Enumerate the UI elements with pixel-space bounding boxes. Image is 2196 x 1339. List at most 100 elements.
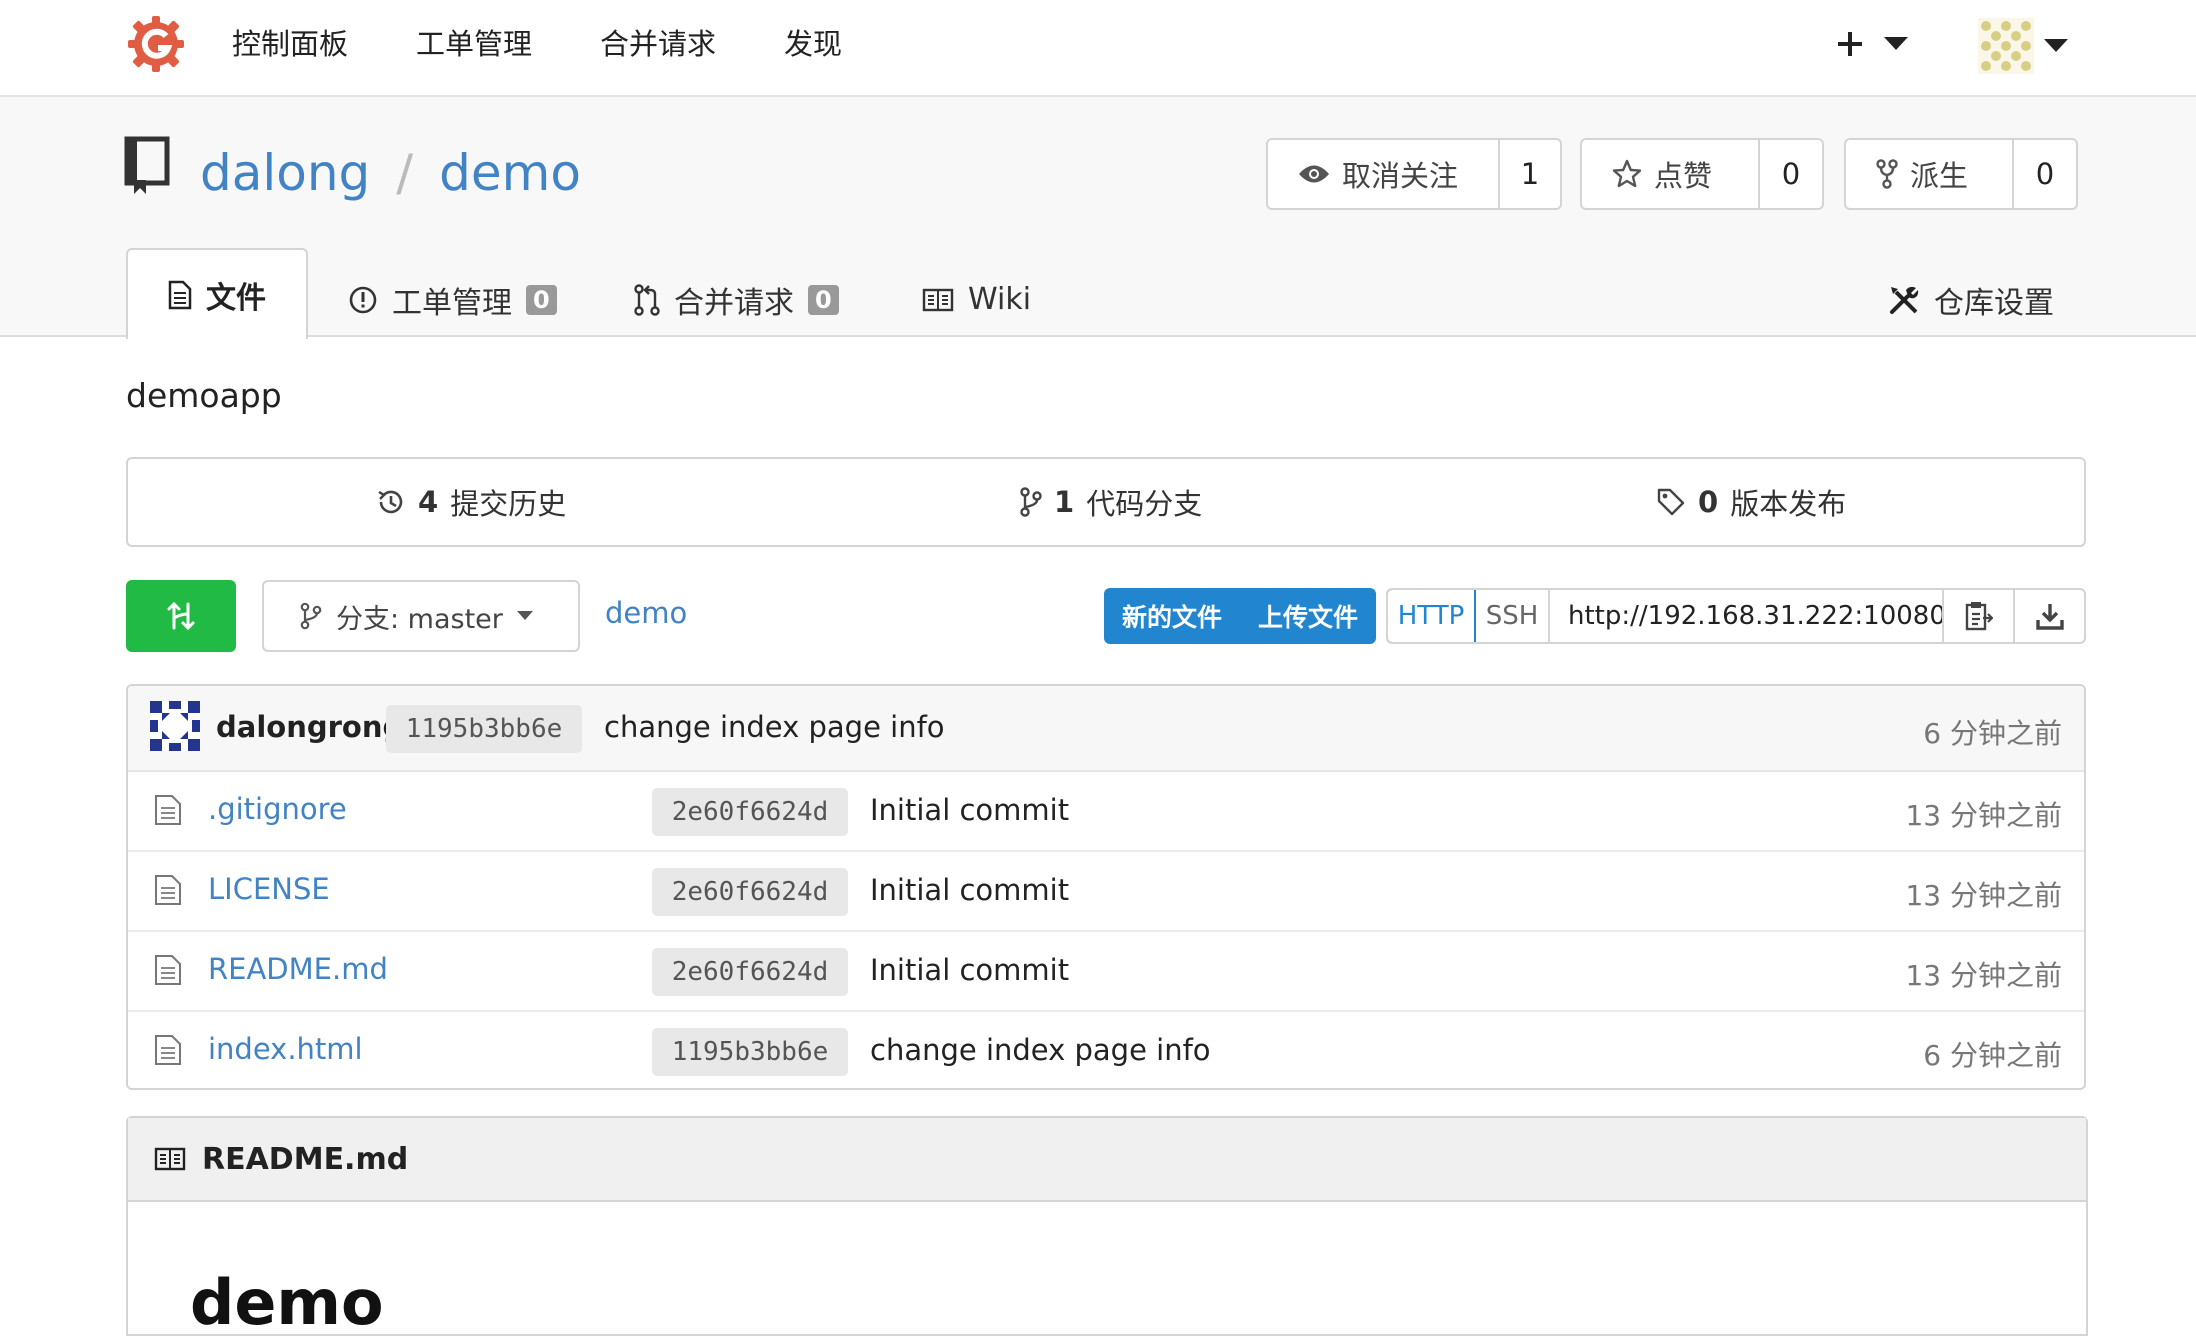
tools-icon (1888, 284, 1920, 316)
star-button-group: 点赞 0 (1580, 138, 1824, 210)
file-commit-message[interactable]: Initial commit (870, 953, 1069, 987)
tab-issues[interactable]: 工单管理 0 (348, 260, 557, 339)
ssh-clone-toggle[interactable]: SSH (1476, 590, 1550, 642)
tab-settings-label: 仓库设置 (1934, 285, 2054, 321)
file-commit-sha-link[interactable]: 1195b3bb6e (652, 1028, 848, 1076)
top-navbar: 控制面板 工单管理 合并请求 发现 (0, 0, 2196, 97)
alert-circle-icon (348, 285, 378, 315)
repo-owner-link[interactable]: dalong (200, 144, 370, 202)
table-row: README.md 2e60f6624d Initial commit 13 分… (128, 932, 2084, 1012)
nav-pulls[interactable]: 合并请求 (600, 24, 716, 64)
file-name-link[interactable]: LICENSE (208, 872, 330, 906)
branch-selector[interactable]: 分支: master (262, 580, 580, 652)
clone-url-group: HTTP SSH http://192.168.31.222:10080/ (1386, 588, 2086, 644)
gogs-logo-icon[interactable] (126, 14, 186, 74)
commit-author[interactable]: dalongrong (216, 710, 403, 744)
repo-title: dalong / demo (200, 140, 581, 206)
branches-label: 代码分支 (1086, 487, 1203, 521)
repo-description: demoapp (126, 376, 282, 415)
commit-age: 6 分钟之前 (1923, 717, 2062, 750)
chevron-down-icon (2044, 39, 2068, 53)
open-book-icon (922, 288, 954, 312)
download-icon (2035, 601, 2065, 631)
open-book-icon (154, 1147, 186, 1171)
repo-title-separator: / (396, 144, 414, 202)
star-button[interactable]: 点赞 (1582, 140, 1760, 208)
caret-down-icon (516, 611, 533, 621)
watch-button-group: 取消关注 1 (1266, 138, 1562, 210)
http-clone-toggle[interactable]: HTTP (1388, 590, 1476, 642)
file-commit-message[interactable]: change index page info (870, 1033, 1211, 1067)
tag-icon (1656, 487, 1686, 517)
nav-issues[interactable]: 工单管理 (416, 24, 532, 64)
upload-file-button[interactable]: 上传文件 (1240, 598, 1376, 634)
branches-count: 1 (1054, 485, 1075, 519)
unwatch-button[interactable]: 取消关注 (1268, 140, 1500, 208)
branches-stat-link[interactable]: 1 代码分支 (1020, 459, 1202, 545)
tab-pull-requests[interactable]: 合并请求 0 (634, 260, 839, 339)
tab-wiki[interactable]: Wiki (922, 260, 1031, 339)
table-row: .gitignore 2e60f6624d Initial commit 13 … (128, 772, 2084, 852)
table-row: index.html 1195b3bb6e change index page … (128, 1012, 2084, 1088)
issues-count-badge: 0 (526, 284, 557, 315)
compare-button[interactable] (126, 580, 236, 652)
file-icon (154, 954, 182, 986)
commit-sha-link[interactable]: 1195b3bb6e (386, 705, 582, 753)
file-table: dalongrong 1195b3bb6e change index page … (126, 684, 2086, 1090)
file-name-link[interactable]: index.html (208, 1032, 363, 1066)
history-icon (376, 487, 406, 517)
file-commit-age: 6 分钟之前 (1923, 1039, 2062, 1072)
fork-button[interactable]: 派生 (1846, 140, 2014, 208)
file-commit-age: 13 分钟之前 (1905, 879, 2062, 912)
branch-icon (1020, 487, 1042, 517)
releases-count: 0 (1698, 485, 1719, 519)
file-commit-sha-link[interactable]: 2e60f6624d (652, 868, 848, 916)
fork-button-group: 派生 0 (1844, 138, 2078, 210)
repo-stats-bar: 4 提交历史 1 代码分支 0 版本发布 (126, 457, 2086, 547)
star-count[interactable]: 0 (1760, 140, 1822, 208)
file-commit-sha-link[interactable]: 2e60f6624d (652, 948, 848, 996)
readme-header: README.md (128, 1118, 2086, 1202)
tab-files-label: 文件 (206, 280, 266, 316)
download-button[interactable] (2015, 590, 2084, 642)
new-file-button[interactable]: 新的文件 (1104, 598, 1240, 634)
file-text-icon (168, 280, 192, 310)
branch-selector-label: 分支: master (336, 603, 503, 635)
fork-icon (1876, 159, 1898, 189)
commits-label: 提交历史 (450, 487, 567, 521)
file-commit-sha-link[interactable]: 2e60f6624d (652, 788, 848, 836)
file-actions-group: 新的文件 上传文件 (1104, 588, 1376, 644)
commits-count: 4 (418, 485, 439, 519)
branch-icon (300, 602, 322, 630)
copy-url-button[interactable] (1944, 590, 2015, 642)
user-menu-dropdown[interactable] (1978, 18, 2074, 74)
pulls-count-badge: 0 (808, 284, 839, 315)
releases-stat-link[interactable]: 0 版本发布 (1656, 459, 1846, 545)
file-name-link[interactable]: README.md (208, 952, 388, 986)
readme-heading: demo (190, 1266, 384, 1339)
commits-stat-link[interactable]: 4 提交历史 (376, 459, 566, 545)
clipboard-icon (1965, 600, 1993, 632)
file-commit-message[interactable]: Initial commit (870, 873, 1069, 907)
file-name-link[interactable]: .gitignore (208, 792, 347, 826)
releases-label: 版本发布 (1730, 487, 1847, 521)
nav-dashboard[interactable]: 控制面板 (232, 24, 348, 64)
star-icon (1612, 159, 1642, 189)
commit-message: change index page info (604, 710, 945, 744)
tab-settings[interactable]: 仓库设置 (1888, 260, 2054, 339)
eye-icon (1298, 163, 1330, 185)
create-new-dropdown[interactable] (1836, 20, 1916, 68)
author-avatar[interactable] (150, 701, 200, 751)
fork-count[interactable]: 0 (2014, 140, 2076, 208)
watch-count[interactable]: 1 (1500, 140, 1560, 208)
breadcrumb-repo-link[interactable]: demo (605, 596, 687, 630)
file-icon (154, 1034, 182, 1066)
table-row: LICENSE 2e60f6624d Initial commit 13 分钟之… (128, 852, 2084, 932)
nav-explore[interactable]: 发现 (784, 24, 842, 64)
clone-url-input[interactable]: http://192.168.31.222:10080/ (1550, 590, 1944, 642)
fork-label: 派生 (1910, 159, 1969, 193)
file-commit-message[interactable]: Initial commit (870, 793, 1069, 827)
tab-files[interactable]: 文件 (126, 248, 308, 339)
repo-name-link[interactable]: demo (439, 144, 581, 202)
readme-filename: README.md (202, 1141, 409, 1177)
